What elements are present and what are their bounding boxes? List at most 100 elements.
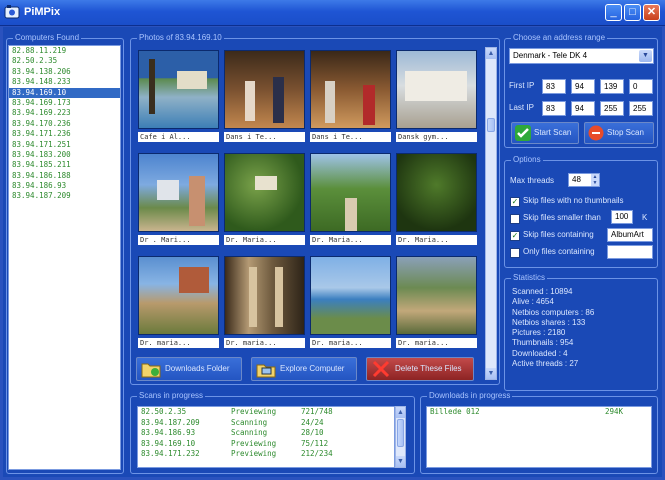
computer-list-item[interactable]: 83.94.170.236 [9,119,120,129]
photos-scrollbar[interactable]: ▲ ▼ [485,47,497,380]
photo-thumb[interactable]: Dans i Te... [310,50,391,142]
only-containing-field[interactable] [607,245,653,259]
computer-list-item[interactable]: 83.94.171.236 [9,129,120,139]
skip-smaller-checkbox[interactable] [510,214,520,224]
explore-computer-button[interactable]: Explore Computer [251,357,357,381]
download-size: 294K [605,407,624,416]
computer-list-item[interactable]: 83.94.171.251 [9,140,120,150]
photo-caption: Dans i Te... [310,132,391,142]
photo-thumb[interactable]: Dr . Mari... [138,153,219,245]
scroll-down-icon[interactable]: ▼ [396,456,405,467]
scans-list[interactable]: 82.50.2.35 Previewing 721/748 83.94.187.20… [137,406,395,468]
scan-ip: 83.94.186.93 [141,428,196,437]
scan-row: 83.94.186.93 Scanning 28/10 [138,428,394,439]
computer-list-item[interactable]: 83.94.138.206 [9,67,120,77]
app-icon [4,5,20,19]
scroll-thumb[interactable] [487,118,495,132]
photo-thumb[interactable]: Dr. maria... [396,256,477,348]
stop-scan-button[interactable]: Stop Scan [584,122,654,144]
scan-progress: 28/10 [301,428,324,437]
skip-containing-field[interactable]: AlbumArt [607,228,653,242]
title-bar[interactable]: PiMPix _ □ ✕ [0,0,665,26]
last-ip-octet-1[interactable]: 83 [542,101,566,116]
skip-containing-checkbox[interactable]: ✓ [510,231,520,241]
scans-label: Scans in progress [137,391,206,400]
photo-thumb[interactable]: Dansk gym... [396,50,477,142]
scroll-down-icon[interactable]: ▼ [486,368,496,379]
stat-scanned: Scanned : 10894 [512,287,573,296]
max-threads-stepper[interactable]: 48 ▲ ▼ [568,173,600,187]
stepper-arrows-icon[interactable]: ▲ ▼ [591,174,599,186]
computer-list-item[interactable]: 83.94.183.200 [9,150,120,160]
computer-list-item[interactable]: 83.94.169.10 [9,87,120,98]
computer-list-item[interactable]: 83.94.169.173 [9,98,120,108]
photo-caption: Dr . Mari... [138,235,219,245]
skip-smaller-label: Skip files smaller than [523,213,601,222]
scan-row: 82.50.2.35 Previewing 721/748 [138,407,394,418]
computer-list-item[interactable]: 83.94.185.211 [9,160,120,170]
computer-list-item[interactable]: 83.94.186.188 [9,171,120,181]
stat-pictures: Pictures : 2180 [512,328,566,338]
downloads-list[interactable]: Billede 012 294K [426,406,652,468]
only-containing-label: Only files containing [523,247,595,256]
computer-list-item[interactable]: 83.94.169.223 [9,108,120,118]
photo-thumb[interactable]: Dr. Maria... [310,153,391,245]
address-range-select[interactable]: Denmark - Tele DK 4 ▼ [509,48,654,64]
photo-thumb[interactable]: Dr. maria... [224,256,305,348]
computer-list-item[interactable]: 83.94.186.93 [9,181,120,191]
skip-no-thumbs-checkbox[interactable]: ✓ [510,197,520,207]
computer-list-item[interactable]: 83.94.148.233 [9,77,120,87]
computer-list-item[interactable]: 82.88.11.219 [9,46,120,56]
scan-status: Scanning [231,417,268,427]
photo-thumb[interactable]: Cafe i Al... [138,50,219,142]
skip-smaller-value-field[interactable]: 100 [611,210,633,224]
only-containing-checkbox[interactable] [510,248,520,258]
address-label: Choose an address range [511,33,608,42]
chevron-down-icon[interactable]: ▼ [639,50,652,62]
scan-ip: 83.94.169.10 [141,438,196,448]
computers-list[interactable]: 82.88.11.219 82.50.2.35 83.94.138.206 83.94… [8,45,121,470]
size-unit-label: K [642,213,648,222]
first-ip-octet-3[interactable]: 139 [600,79,624,94]
photo-thumb[interactable]: Dr. Maria... [396,153,477,245]
photo-caption: Dr. Maria... [396,235,477,245]
start-scan-button[interactable]: Start Scan [511,122,579,144]
close-button[interactable]: ✕ [643,4,660,21]
computer-list-item[interactable]: 83.94.187.209 [9,191,120,201]
folder-icon [141,363,161,378]
photo-thumb[interactable]: Dr. Maria... [224,153,305,245]
scan-progress: 75/112 [301,438,329,448]
downloads-folder-button[interactable]: Downloads Folder [136,357,242,381]
maximize-button[interactable]: □ [624,4,641,21]
last-ip-octet-2[interactable]: 94 [571,101,595,116]
scroll-thumb[interactable] [397,419,404,447]
scans-scrollbar[interactable]: ▲ ▼ [395,406,406,468]
photo-grid: Cafe i Al... Dans i Te... Dans i Te... D… [135,47,483,384]
photo-thumb[interactable]: Dans i Te... [224,50,305,142]
explore-computer-label: Explore Computer [280,364,345,373]
scroll-up-icon[interactable]: ▲ [486,48,496,59]
options-label: Options [511,155,543,164]
photo-thumb[interactable]: Dr. maria... [310,256,391,348]
scan-status: Previewing [231,438,277,448]
photo-caption: Dr. maria... [396,338,477,348]
last-ip-octet-4[interactable]: 255 [629,101,653,116]
photo-caption: Dansk gym... [396,132,477,142]
scan-status: Previewing [231,407,277,416]
first-ip-octet-1[interactable]: 83 [542,79,566,94]
start-scan-label: Start Scan [534,128,572,137]
max-threads-label: Max threads [510,176,555,185]
first-ip-octet-4[interactable]: 0 [629,79,653,94]
scroll-up-icon[interactable]: ▲ [396,407,405,418]
minimize-button[interactable]: _ [605,4,622,21]
scan-ip: 83.94.171.232 [141,449,200,458]
photo-thumb[interactable]: Dr. maria... [138,256,219,348]
check-icon [515,125,531,141]
delete-files-button[interactable]: Delete These Files [366,357,474,381]
first-ip-octet-2[interactable]: 94 [571,79,595,94]
last-ip-label: Last IP [509,103,534,112]
last-ip-octet-3[interactable]: 255 [600,101,624,116]
download-row: Billede 012 294K [427,407,651,418]
stat-netbios-computers: Netbios computers : 86 [512,307,595,317]
computer-list-item[interactable]: 82.50.2.35 [9,56,120,66]
